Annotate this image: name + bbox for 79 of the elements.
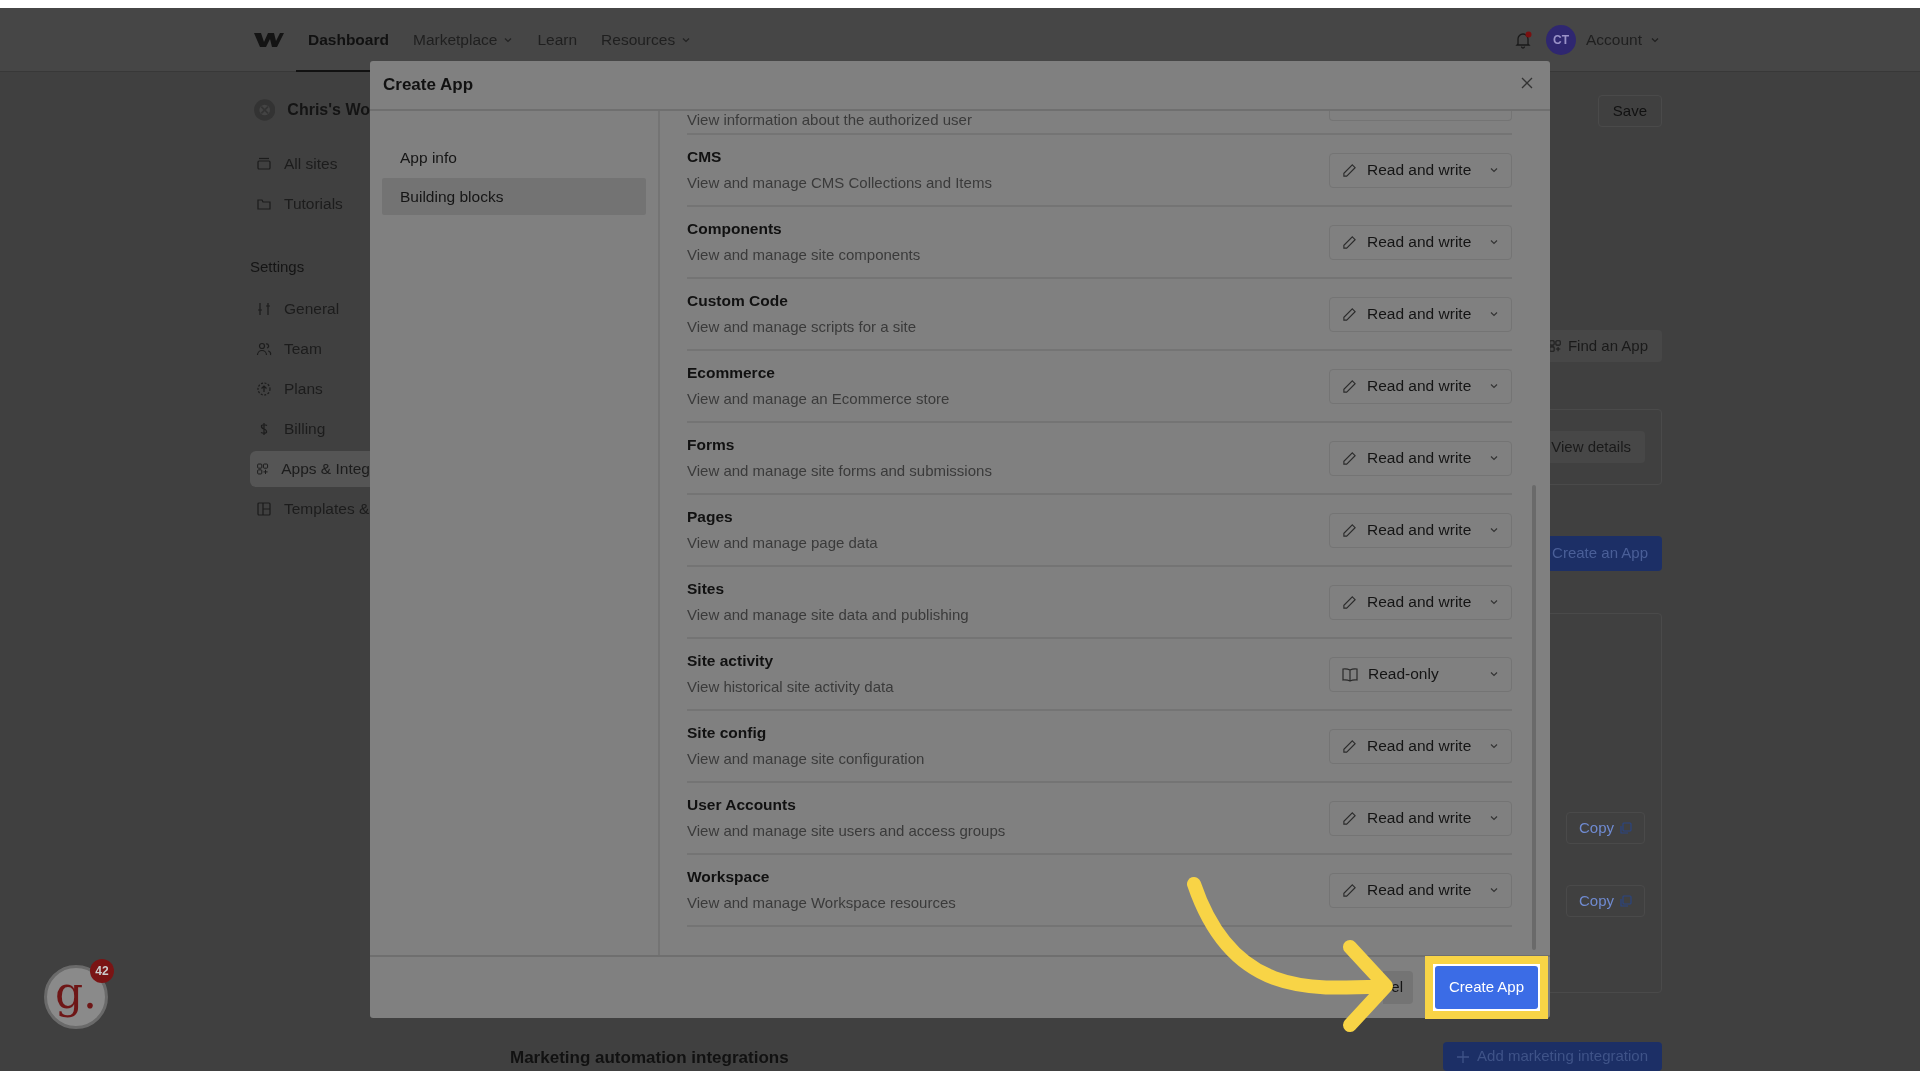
permission-description: View and manage site data and publishing [687,605,969,626]
permission-description: View and manage site users and access groups [687,821,1006,842]
chevron-icon [1489,381,1499,391]
permission-description: View and manage Workspace resources [687,893,956,914]
chevron-icon [1489,165,1499,175]
permission-title: User Accounts [687,795,797,816]
pencil-icon [1342,162,1357,178]
chevron-icon [1489,453,1499,463]
chevron-icon [1489,237,1499,247]
access-dropdown[interactable]: Read and write [1329,440,1512,476]
chevron-icon [1489,741,1499,751]
access-dropdown[interactable]: Read and write [1329,800,1512,836]
copy-icon [1619,821,1632,835]
chevron-icon [1489,597,1499,607]
plus-icon [1457,1050,1470,1063]
close-icon[interactable] [1521,77,1533,89]
copy-button[interactable]: Copy [1565,812,1645,844]
pencil-icon [1342,306,1357,322]
access-dropdown[interactable]: Read and write [1329,368,1512,404]
permission-description: View and manage an Ecommerce store [687,389,950,410]
chevron-icon [1489,813,1499,823]
dialog-nav-item[interactable]: Building blocks [382,178,646,215]
permission-title: Site config [687,723,768,744]
permission-title: Site activity [687,651,775,672]
access-dropdown[interactable]: Read and write [1329,584,1512,620]
dialog-nav-item[interactable]: App info [382,139,646,176]
permission-title: CMS [687,147,723,168]
bell-icon[interactable] [1514,30,1532,49]
dialog-title: Create App [383,74,474,97]
permission-description: View and manage site components [687,245,921,266]
upgrade-icon [256,380,272,397]
permission-title: Ecommerce [687,363,776,384]
avatar[interactable]: CT [1546,24,1576,55]
sidebar-item[interactable]: Apps & Integ [250,450,370,487]
permission-title: Pages [687,507,734,528]
pencil-icon [1342,378,1357,394]
permission-description: View and manage CMS Collections and Items [687,173,992,194]
pencil-icon [1342,450,1357,466]
permission-description: View and manage site configuration [687,749,925,770]
layout-icon [256,500,272,517]
access-dropdown[interactable]: Read and write [1329,512,1512,548]
permission-title: Sites [687,579,726,600]
permission-description: View and manage page data [687,533,878,554]
book-icon [1342,666,1358,682]
access-dropdown[interactable]: Read and write [1329,152,1512,188]
pencil-icon [1342,594,1357,610]
pencil-icon [1342,738,1357,754]
copy-button[interactable]: Copy [1565,885,1645,917]
chevron-icon [1489,885,1499,895]
permission-title: Custom Code [687,291,789,312]
permission-title: Forms [687,435,736,456]
chevron-icon [1489,669,1499,679]
sites-icon [256,156,272,172]
permission-title: Workspace [687,867,771,888]
permission-description: View information about the authorized user [687,111,972,129]
pencil-icon [1342,522,1357,538]
permission-description: View and manage site forms and submissions [687,461,992,482]
permission-description: View historical site activity data [687,677,894,698]
permission-description: View and manage scripts for a site [687,317,916,338]
apps-icon [1547,339,1562,353]
access-dropdown[interactable]: Read and write [1329,728,1512,764]
chevron-icon [1489,525,1499,535]
notification-badge: 42 [90,959,114,983]
pencil-icon [1342,810,1357,826]
people-icon [256,340,272,357]
folder-icon [256,196,272,212]
chevron-icon [1489,309,1499,319]
sliders-icon [256,300,272,317]
logo-icon[interactable] [254,30,284,49]
access-dropdown[interactable]: Read-only [1329,656,1512,692]
pencil-icon [1342,234,1357,250]
access-dropdown[interactable]: Read and write [1329,224,1512,260]
permission-title: Components [687,219,783,240]
access-dropdown[interactable]: Read and write [1329,872,1512,908]
pencil-icon [1342,882,1357,898]
apps-icon [256,460,270,477]
access-dropdown[interactable]: Read and write [1329,296,1512,332]
create-app-button[interactable]: Create App [1435,966,1538,1009]
copy-icon [1619,894,1632,908]
